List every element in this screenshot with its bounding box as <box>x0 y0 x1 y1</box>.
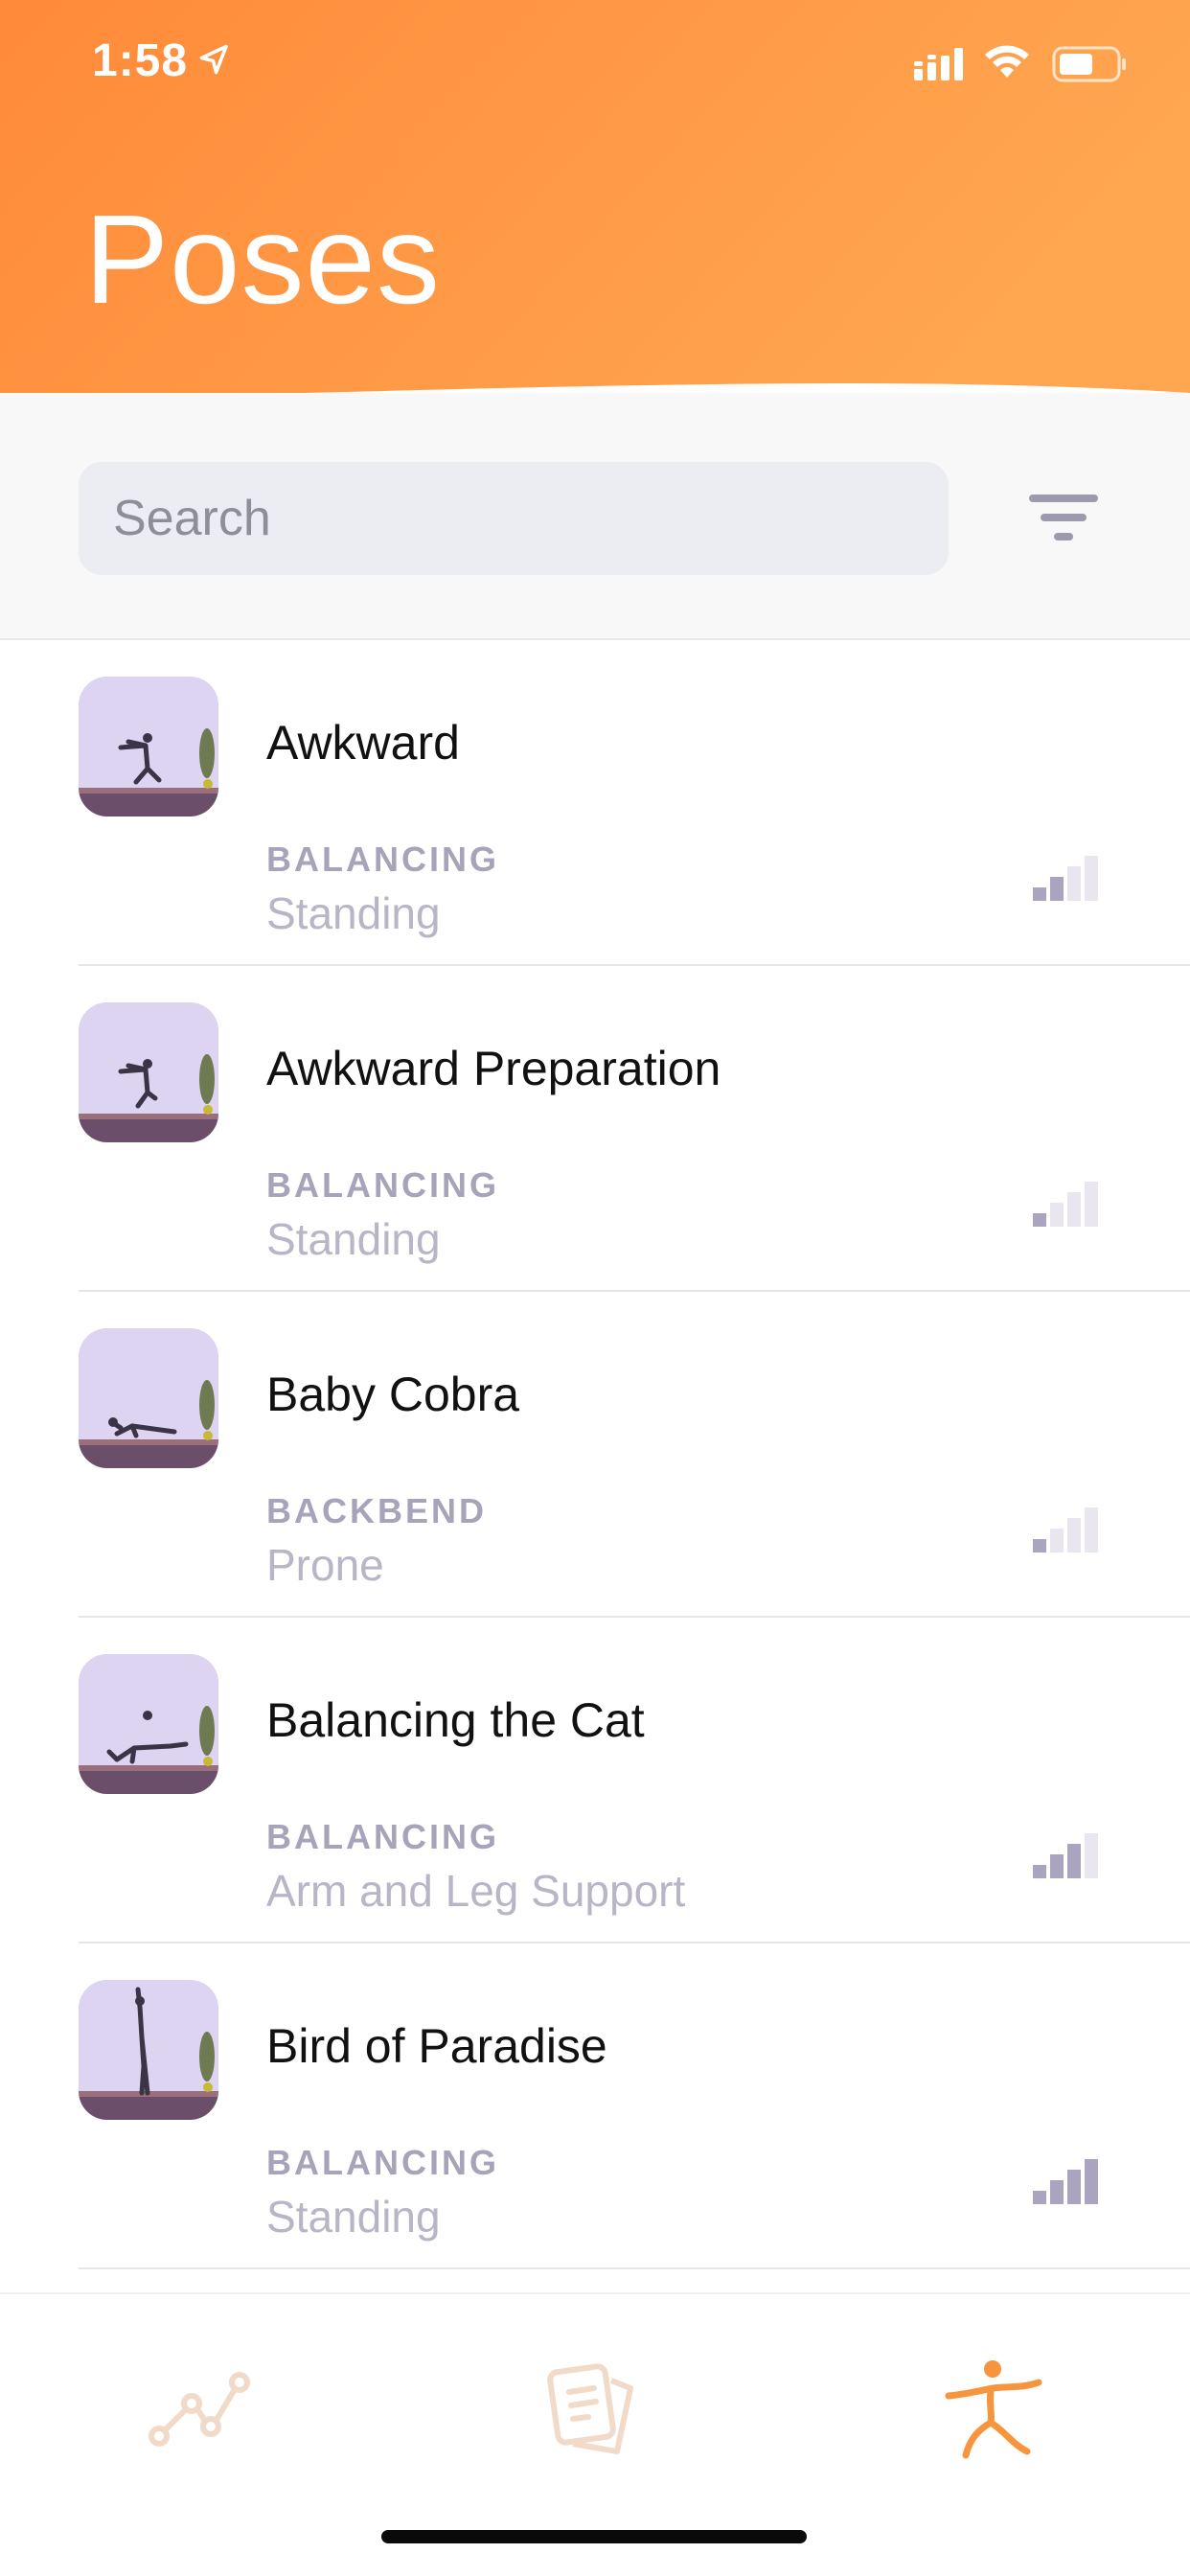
list-item[interactable]: Baby Cobra BACKBEND Prone <box>79 1292 1190 1618</box>
difficulty-level-icon <box>1033 1833 1098 1878</box>
level-bar <box>1033 887 1046 901</box>
line-chart-icon <box>149 2372 250 2447</box>
pose-name: Awkward <box>266 716 460 770</box>
pose-thumbnail <box>79 1654 218 1794</box>
tab-cards[interactable] <box>537 2352 652 2467</box>
level-bar <box>1067 1192 1081 1227</box>
list-item[interactable]: Balancing the Cat BALANCING Arm and Leg … <box>79 1618 1190 1944</box>
cards-icon <box>547 2363 633 2454</box>
level-bar <box>1085 1833 1098 1878</box>
pose-category: BALANCING <box>266 840 499 879</box>
level-bar <box>1085 1182 1098 1227</box>
difficulty-level-icon <box>1033 1507 1098 1552</box>
pose-thumbnail <box>79 677 218 816</box>
level-bar <box>1050 1529 1064 1552</box>
person-pose-icon <box>945 2360 1042 2459</box>
tab-stats[interactable] <box>140 2352 255 2467</box>
page-title: Poses <box>84 189 441 330</box>
level-bar <box>1067 2170 1081 2204</box>
difficulty-level-icon <box>1033 856 1098 901</box>
level-bar <box>1085 1507 1098 1552</box>
level-bar <box>1050 877 1064 901</box>
list-item[interactable]: Awkward Preparation BALANCING Standing <box>79 966 1190 1292</box>
level-bar <box>1085 856 1098 901</box>
pose-category: BALANCING <box>266 1817 499 1856</box>
cellular-signal-icon <box>914 48 963 80</box>
level-bar <box>1050 1854 1064 1878</box>
pose-type: Standing <box>266 1214 441 1264</box>
status-time: 1:58 <box>92 35 189 86</box>
level-bar <box>1050 1203 1064 1227</box>
difficulty-level-icon <box>1033 1182 1098 1227</box>
pose-category: BALANCING <box>266 1165 499 1205</box>
pose-type: Prone <box>266 1540 384 1590</box>
pose-type: Standing <box>266 2192 441 2242</box>
pose-type: Arm and Leg Support <box>266 1866 686 1916</box>
home-indicator <box>381 2530 807 2543</box>
pose-name: Bird of Paradise <box>266 2019 607 2073</box>
pose-category: BALANCING <box>266 2143 499 2182</box>
level-bar <box>1033 1213 1046 1227</box>
level-bar <box>1033 1865 1046 1878</box>
level-bar <box>1067 866 1081 901</box>
level-bar <box>1067 1518 1081 1552</box>
level-bar <box>1033 2191 1046 2204</box>
list-item[interactable]: Bird of Paradise BALANCING Standing <box>79 1944 1190 2269</box>
search-bar-area <box>0 393 1190 640</box>
pose-name: Awkward Preparation <box>266 1042 721 1095</box>
difficulty-level-icon <box>1033 2159 1098 2204</box>
pose-type: Standing <box>266 888 441 938</box>
list-item[interactable]: Awkward BALANCING Standing <box>79 640 1190 966</box>
tab-poses[interactable] <box>935 2352 1050 2467</box>
pose-category: BACKBEND <box>266 1491 487 1530</box>
search-input[interactable] <box>79 462 949 575</box>
wifi-icon <box>985 45 1029 78</box>
pose-thumbnail <box>79 1002 218 1142</box>
pose-thumbnail <box>79 1328 218 1468</box>
pose-name: Baby Cobra <box>266 1368 520 1421</box>
battery-icon <box>1052 46 1126 82</box>
level-bar <box>1085 2159 1098 2204</box>
location-arrow-icon <box>199 44 228 75</box>
header: 1:58 Poses <box>0 0 1190 412</box>
pose-thumbnail <box>79 1980 218 2120</box>
level-bar <box>1050 2180 1064 2204</box>
filter-icon[interactable] <box>1025 491 1102 548</box>
pose-list: Awkward BALANCING Standing Awkward Prepa… <box>0 640 1190 2269</box>
pose-name: Balancing the Cat <box>266 1693 645 1747</box>
level-bar <box>1033 1539 1046 1552</box>
level-bar <box>1067 1844 1081 1878</box>
status-bar: 1:58 <box>0 0 1190 125</box>
